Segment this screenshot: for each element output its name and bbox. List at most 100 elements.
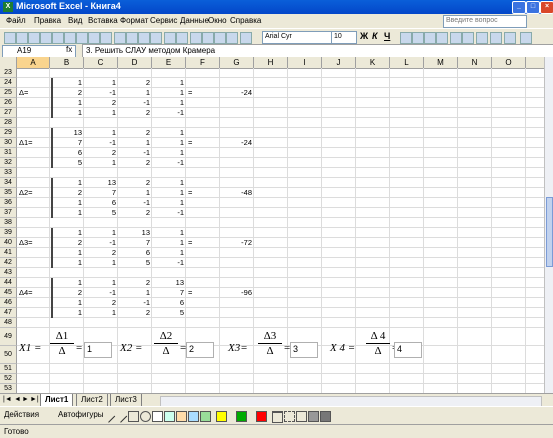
first-sheet-icon[interactable]: |◄ [3, 396, 12, 403]
equals-cell[interactable]: = [188, 138, 218, 148]
font-size-select[interactable]: 10 [331, 31, 357, 44]
column-header[interactable]: K [356, 57, 390, 68]
matrix-cell[interactable]: 1 [86, 278, 116, 288]
underline-button[interactable]: Ч [384, 31, 390, 41]
row-header[interactable]: 29 [0, 128, 17, 138]
matrix-cell[interactable]: 1 [154, 228, 184, 238]
matrix-cell[interactable]: 1 [52, 198, 82, 208]
matrix-cell[interactable]: 2 [86, 298, 116, 308]
matrix-cell[interactable]: -1 [154, 158, 184, 168]
matrix-cell[interactable]: 2 [120, 278, 150, 288]
line-style-icon[interactable] [272, 411, 283, 423]
spellcheck-icon[interactable] [88, 32, 100, 44]
italic-button[interactable]: К [372, 31, 378, 41]
new-icon[interactable] [4, 32, 16, 44]
menu-edit[interactable]: Правка [34, 16, 61, 25]
matrix-cell[interactable]: 2 [120, 308, 150, 318]
determinant-label[interactable]: Δ4= [19, 288, 48, 298]
matrix-cell[interactable]: 1 [52, 308, 82, 318]
row-header[interactable]: 27 [0, 108, 17, 118]
percent-icon[interactable] [462, 32, 474, 44]
clipart-icon[interactable] [188, 411, 199, 422]
vertical-scrollbar[interactable] [544, 57, 553, 393]
align-left-icon[interactable] [400, 32, 412, 44]
menu-data[interactable]: Данные [180, 16, 209, 25]
determinant-label[interactable]: Δ= [19, 88, 48, 98]
autosum-icon[interactable] [202, 32, 214, 44]
matrix-cell[interactable]: 2 [120, 128, 150, 138]
draw-actions-menu[interactable]: Действия [4, 410, 39, 419]
hyperlink-icon[interactable] [190, 32, 202, 44]
matrix-cell[interactable]: 2 [120, 208, 150, 218]
bold-button[interactable]: Ж [360, 31, 368, 41]
row-header[interactable]: 25 [0, 88, 17, 98]
undo-icon[interactable] [164, 32, 176, 44]
row-header[interactable]: 38 [0, 218, 17, 228]
research-icon[interactable] [100, 32, 112, 44]
row-header[interactable]: 40 [0, 238, 17, 248]
menu-file[interactable]: Файл [6, 16, 26, 25]
close-button[interactable]: × [540, 1, 553, 14]
matrix-cell[interactable]: 1 [52, 248, 82, 258]
row-header[interactable]: 23 [0, 68, 17, 78]
matrix-cell[interactable]: 2 [120, 158, 150, 168]
row-header[interactable]: 47 [0, 308, 17, 318]
solution-value-box[interactable]: 1 [84, 342, 112, 358]
row-header[interactable]: 30 [0, 138, 17, 148]
row-header[interactable]: 49 [0, 328, 17, 346]
matrix-cell[interactable]: -1 [86, 238, 116, 248]
row-header[interactable]: 33 [0, 168, 17, 178]
matrix-cell[interactable]: 1 [52, 298, 82, 308]
row-header[interactable]: 51 [0, 364, 17, 374]
column-header[interactable]: H [254, 57, 288, 68]
matrix-cell[interactable]: 2 [120, 78, 150, 88]
vertical-scroll-thumb[interactable] [546, 197, 553, 267]
matrix-cell[interactable]: 13 [52, 128, 82, 138]
dash-style-icon[interactable] [284, 411, 295, 422]
row-header[interactable]: 46 [0, 298, 17, 308]
matrix-cell[interactable]: 1 [154, 138, 184, 148]
matrix-cell[interactable]: 13 [120, 228, 150, 238]
matrix-cell[interactable]: 1 [52, 228, 82, 238]
matrix-cell[interactable]: -1 [86, 138, 116, 148]
determinant-result[interactable]: -24 [222, 88, 252, 98]
maximize-button[interactable]: □ [526, 1, 540, 14]
chart-wizard-icon[interactable] [226, 32, 238, 44]
matrix-cell[interactable]: -1 [154, 108, 184, 118]
fx-icon[interactable]: fx [66, 45, 72, 54]
matrix-cell[interactable]: 7 [120, 238, 150, 248]
diagram-icon[interactable] [176, 411, 187, 422]
prev-sheet-icon[interactable]: ◄ [14, 396, 21, 403]
align-center-icon[interactable] [412, 32, 424, 44]
save-icon[interactable] [28, 32, 40, 44]
matrix-cell[interactable]: 6 [120, 248, 150, 258]
matrix-cell[interactable]: -1 [86, 88, 116, 98]
matrix-cell[interactable]: 1 [120, 88, 150, 98]
matrix-cell[interactable]: -1 [120, 198, 150, 208]
solution-value-box[interactable]: 4 [394, 342, 422, 358]
column-header[interactable]: B [50, 57, 84, 68]
draw-font-color-icon[interactable] [256, 411, 267, 422]
matrix-cell[interactable]: 2 [52, 238, 82, 248]
matrix-cell[interactable]: 1 [120, 138, 150, 148]
row-header[interactable]: 31 [0, 148, 17, 158]
row-header[interactable]: 34 [0, 178, 17, 188]
paste-icon[interactable] [138, 32, 150, 44]
matrix-cell[interactable]: 1 [52, 178, 82, 188]
matrix-cell[interactable]: 6 [154, 298, 184, 308]
solution-value-box[interactable]: 3 [290, 342, 318, 358]
font-name-select[interactable]: Arial Cyr [262, 31, 332, 44]
matrix-cell[interactable]: 1 [52, 78, 82, 88]
matrix-cell[interactable]: 1 [86, 108, 116, 118]
row-header[interactable]: 28 [0, 118, 17, 128]
row-header[interactable]: 26 [0, 98, 17, 108]
row-header[interactable]: 50 [0, 346, 17, 364]
matrix-cell[interactable]: 1 [154, 238, 184, 248]
row-header[interactable]: 48 [0, 318, 17, 328]
autoshapes-menu[interactable]: Автофигуры [58, 410, 104, 419]
column-header[interactable]: M [424, 57, 458, 68]
matrix-cell[interactable]: 1 [86, 128, 116, 138]
matrix-cell[interactable]: 1 [86, 308, 116, 318]
shadow-icon[interactable] [308, 411, 319, 422]
matrix-cell[interactable]: 1 [52, 208, 82, 218]
